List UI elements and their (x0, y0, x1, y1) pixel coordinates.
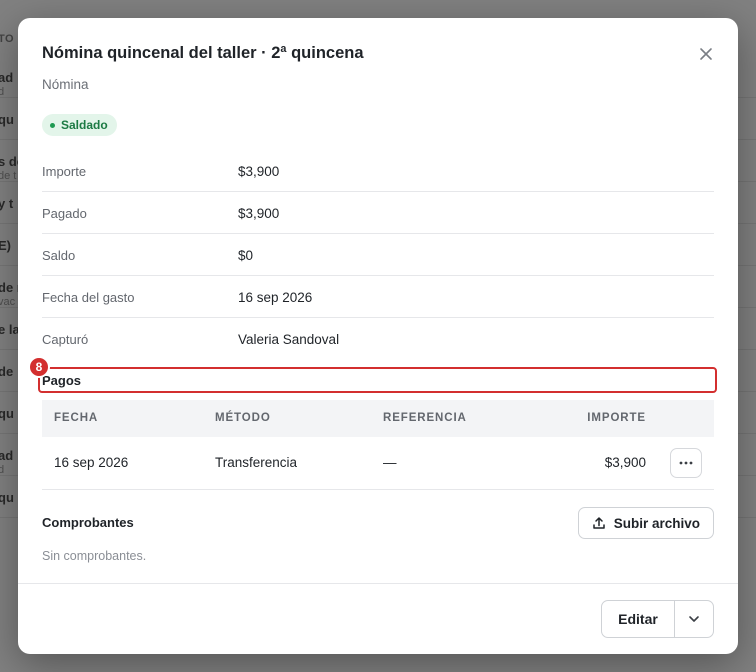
upload-icon (592, 517, 605, 529)
column-header-referencia: REFERENCIA (383, 412, 467, 424)
payment-date: 16 sep 2026 (54, 455, 129, 470)
payments-table-header: FECHA MÉTODO REFERENCIA IMPORTE (42, 400, 714, 437)
column-header-importe: IMPORTE (587, 412, 646, 424)
annotation-marker: 8 (28, 356, 50, 378)
column-header-fecha: FECHA (54, 412, 99, 424)
upload-file-label: Subir archivo (613, 515, 700, 531)
expense-detail-dialog: Nómina quincenal del taller · 2ª quincen… (18, 18, 738, 654)
edit-button[interactable]: Editar (602, 601, 675, 637)
row-actions-button[interactable] (670, 448, 702, 478)
detail-value: $3,900 (238, 164, 280, 179)
detail-row-importe: Importe $3,900 (42, 150, 714, 192)
payment-reference: — (383, 455, 397, 470)
chevron-down-icon (689, 616, 699, 622)
payment-method: Transferencia (215, 455, 298, 470)
detail-value: $3,900 (238, 206, 280, 221)
detail-label: Saldo (42, 248, 76, 263)
detail-label: Fecha del gasto (42, 290, 135, 305)
status-badge: Saldado (42, 114, 117, 136)
payment-amount: $3,900 (604, 455, 646, 470)
more-options-dropdown-button[interactable] (675, 601, 713, 637)
status-badge-label: Saldado (61, 118, 108, 132)
detail-label: Capturó (42, 332, 89, 347)
expense-category: Nómina (42, 77, 89, 92)
payments-title: Pagos (42, 373, 82, 388)
detail-label: Pagado (42, 206, 87, 221)
detail-value: $0 (238, 248, 254, 263)
dialog-title: Nómina quincenal del taller · 2ª quincen… (42, 44, 364, 62)
detail-label: Importe (42, 164, 87, 179)
table-row: 16 sep 2026 Transferencia — $3,900 (42, 437, 714, 490)
detail-row-saldo: Saldo $0 (42, 234, 714, 276)
more-horizontal-icon (679, 461, 693, 465)
detail-row-capturo: Capturó Valeria Sandoval (42, 318, 714, 360)
detail-value: Valeria Sandoval (238, 332, 340, 347)
detail-row-fecha-del-gasto: Fecha del gasto 16 sep 2026 (42, 276, 714, 318)
payments-section-header: Pagos (38, 367, 717, 393)
close-icon (700, 48, 712, 60)
column-header-metodo: MÉTODO (215, 412, 271, 424)
upload-file-button[interactable]: Subir archivo (577, 507, 714, 539)
detail-row-pagado: Pagado $3,900 (42, 192, 714, 234)
detail-value: 16 sep 2026 (238, 290, 313, 305)
receipts-empty-state: Sin comprobantes. (42, 549, 147, 563)
edit-split-button: Editar (601, 600, 714, 638)
footer-divider (18, 583, 738, 584)
status-dot-icon (50, 122, 55, 128)
receipts-title: Comprobantes (42, 515, 134, 530)
close-button[interactable] (696, 44, 716, 64)
